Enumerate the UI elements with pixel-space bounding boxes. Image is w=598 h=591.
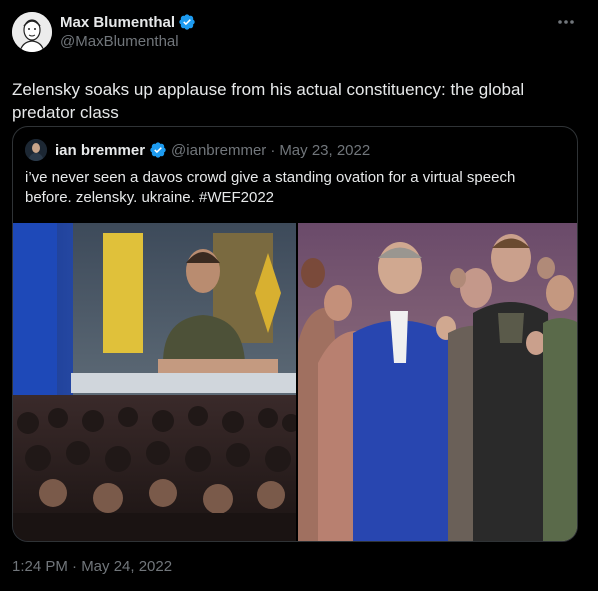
tweet: Max Blumenthal @MaxBlumenthal Zelensky s… bbox=[0, 0, 598, 591]
author-avatar[interactable] bbox=[12, 12, 52, 52]
zelensky-screen-photo[interactable] bbox=[13, 223, 296, 541]
more-options-icon[interactable] bbox=[554, 12, 578, 32]
quoted-author-name[interactable]: ian bremmer bbox=[55, 142, 145, 159]
quoted-tweet[interactable]: ian bremmer @ianbremmer · May 23, 2022 i… bbox=[12, 126, 578, 542]
tweet-text: Zelensky soaks up applause from his actu… bbox=[12, 80, 525, 122]
quoted-author-avatar[interactable] bbox=[25, 139, 47, 161]
quoted-date[interactable]: May 23, 2022 bbox=[279, 142, 370, 159]
quoted-tweet-header: ian bremmer @ianbremmer · May 23, 2022 bbox=[25, 139, 577, 161]
author-handle[interactable]: @MaxBlumenthal bbox=[60, 32, 196, 52]
author-name[interactable]: Max Blumenthal bbox=[60, 14, 175, 31]
quoted-media bbox=[13, 223, 577, 541]
quoted-author-handle[interactable]: @ianbremmer bbox=[171, 142, 266, 159]
verified-badge-icon[interactable] bbox=[178, 13, 196, 31]
tweet-header: Max Blumenthal @MaxBlumenthal bbox=[12, 12, 582, 56]
tweet-timestamp[interactable]: 1:24 PM · May 24, 2022 bbox=[12, 558, 172, 575]
quoted-separator: · bbox=[270, 141, 276, 159]
verified-badge-icon[interactable] bbox=[149, 141, 167, 159]
author-names: Max Blumenthal @MaxBlumenthal bbox=[60, 12, 196, 52]
standing-ovation-photo[interactable] bbox=[298, 223, 577, 541]
quoted-tweet-text: i’ve never seen a davos crowd give a sta… bbox=[25, 169, 516, 206]
author-name-row: Max Blumenthal bbox=[60, 12, 196, 32]
